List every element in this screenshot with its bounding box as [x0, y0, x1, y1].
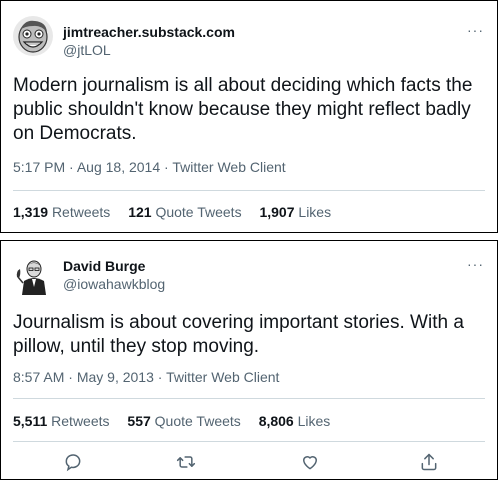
- retweet-icon[interactable]: [175, 451, 197, 473]
- tweet-text: Modern journalism is all about deciding …: [13, 75, 473, 144]
- reply-icon[interactable]: [62, 451, 84, 473]
- share-icon[interactable]: [418, 451, 440, 473]
- divider: [13, 398, 485, 399]
- tweet-metadata: 5:17 PM · Aug 18, 2014 · Twitter Web Cli…: [13, 159, 286, 175]
- divider: [13, 441, 485, 442]
- likes-label: Likes: [298, 204, 332, 220]
- quotes-stat[interactable]: 121 Quote Tweets: [128, 204, 241, 220]
- divider: [13, 190, 485, 191]
- tweet-card[interactable]: David Burge @iowahawkblog ··· Journalism…: [0, 240, 498, 480]
- meta-separator: ·: [68, 369, 73, 385]
- retweets-stat[interactable]: 1,319 Retweets: [13, 204, 110, 220]
- tweet-card[interactable]: jimtreacher.substack.com @jtLOL ··· Mode…: [0, 0, 498, 233]
- tweet-stats: 1,319 Retweets 121 Quote Tweets 1,907 Li…: [13, 204, 345, 220]
- more-options-icon[interactable]: ···: [467, 256, 484, 272]
- likes-count: 1,907: [259, 204, 295, 220]
- retweets-count: 1,319: [13, 204, 49, 220]
- quotes-stat[interactable]: 557 Quote Tweets: [127, 413, 240, 429]
- username[interactable]: @iowahawkblog: [63, 276, 165, 292]
- likes-label: Likes: [297, 413, 331, 429]
- tweet-date[interactable]: Aug 18, 2014: [77, 159, 160, 175]
- tweet-client[interactable]: Twitter Web Client: [166, 369, 279, 385]
- tweet-metadata: 8:57 AM · May 9, 2013 · Twitter Web Clie…: [13, 369, 279, 385]
- quotes-label: Quote Tweets: [154, 413, 241, 429]
- likes-stat[interactable]: 1,907 Likes: [259, 204, 331, 220]
- meta-separator: ·: [69, 159, 74, 175]
- tweet-time[interactable]: 5:17 PM: [13, 159, 65, 175]
- retweets-count: 5,511: [13, 413, 48, 429]
- retweets-label: Retweets: [51, 204, 111, 220]
- avatar[interactable]: [13, 16, 53, 56]
- like-icon[interactable]: [299, 451, 321, 473]
- retweets-label: Retweets: [51, 413, 110, 429]
- display-name[interactable]: jimtreacher.substack.com: [63, 24, 235, 40]
- tweet-client[interactable]: Twitter Web Client: [172, 159, 285, 175]
- tweet-stats: 5,511 Retweets 557 Quote Tweets 8,806 Li…: [13, 413, 344, 429]
- more-options-icon[interactable]: ···: [467, 22, 484, 38]
- meta-separator: ·: [164, 159, 169, 175]
- username[interactable]: @jtLOL: [63, 42, 111, 58]
- avatar[interactable]: [13, 255, 53, 295]
- quotes-count: 121: [128, 204, 152, 220]
- quotes-count: 557: [127, 413, 151, 429]
- meta-separator: ·: [157, 369, 163, 385]
- tweet-time[interactable]: 8:57 AM: [13, 369, 64, 385]
- retweets-stat[interactable]: 5,511 Retweets: [13, 413, 110, 429]
- quotes-label: Quote Tweets: [155, 204, 242, 220]
- tweet-date[interactable]: May 9, 2013: [77, 369, 154, 385]
- tweet-text: Journalism is about covering important s…: [13, 312, 464, 357]
- display-name[interactable]: David Burge: [63, 258, 145, 274]
- likes-count: 8,806: [258, 413, 294, 429]
- likes-stat[interactable]: 8,806 Likes: [259, 413, 331, 429]
